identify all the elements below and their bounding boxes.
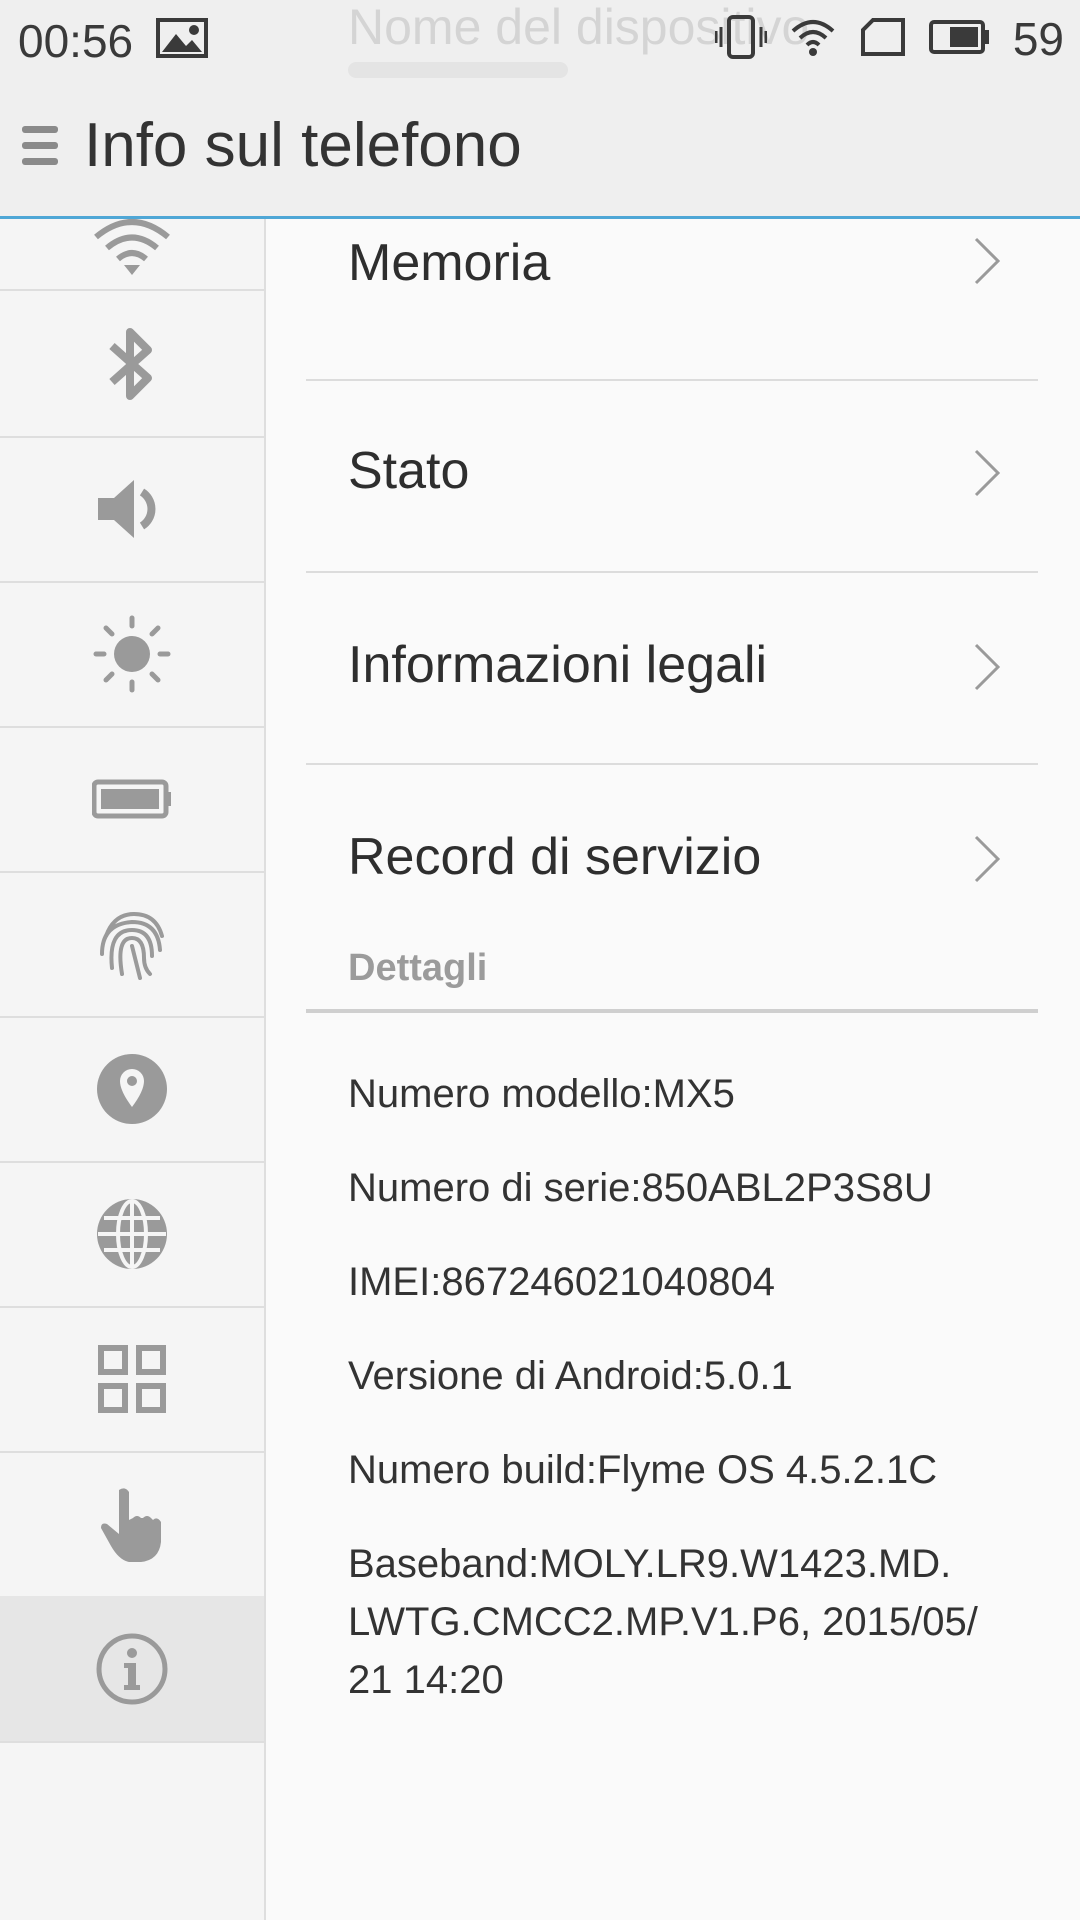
brightness-icon (93, 615, 171, 692)
menu-icon[interactable] (22, 122, 62, 174)
fingerprint-icon (100, 911, 164, 980)
menu-item-label: Memoria (348, 234, 551, 292)
page-title: Info sul telefono (84, 111, 522, 180)
bluetooth-icon (109, 327, 152, 400)
sidebar-item-sound[interactable] (0, 436, 264, 583)
vibrate-icon (714, 14, 768, 64)
sidebar-item-gestures[interactable] (0, 1451, 264, 1598)
chevron-right-icon (974, 643, 1001, 691)
detail-baseband: Baseband:MOLY.LR9.W1423.MD. LWTG.CMCC2.M… (348, 1542, 978, 1702)
menu-item-label: Stato (348, 442, 470, 500)
wifi-icon (94, 218, 170, 275)
wifi-status-icon (789, 17, 837, 62)
apps-grid-icon (98, 1344, 166, 1413)
menu-item-record-di-servizio[interactable]: Record di servizio (306, 765, 1038, 955)
settings-content: Memoria Stato Informazioni legali Record… (266, 219, 1080, 1920)
detail-imei: IMEI:867246021040804 (348, 1260, 776, 1304)
menu-item-label: Record di servizio (348, 828, 762, 886)
battery-icon (92, 779, 171, 818)
globe-icon (97, 1198, 167, 1269)
sidebar-item-battery[interactable] (0, 726, 264, 873)
menu-item-stato[interactable]: Stato (306, 381, 1038, 573)
app-bar: Info sul telefono (0, 80, 1080, 219)
section-header-details: Dettagli (306, 939, 1038, 1013)
sidebar-item-apps[interactable] (0, 1306, 264, 1453)
detail-build-number: Numero build:Flyme OS 4.5.2.1C (348, 1448, 938, 1492)
status-time: 00:56 (18, 15, 134, 67)
sidebar-item-about[interactable] (0, 1596, 264, 1743)
detail-android-version: Versione di Android:5.0.1 (348, 1354, 793, 1398)
status-bar: Nome del dispositivo 00:56 59 (0, 0, 1080, 80)
info-icon (96, 1633, 168, 1704)
sidebar-item-bluetooth[interactable] (0, 291, 264, 438)
menu-item-label: Informazioni legali (348, 636, 768, 694)
location-icon (97, 1053, 167, 1124)
detail-serial-number: Numero di serie:850ABL2P3S8U (348, 1166, 933, 1210)
sidebar-item-display[interactable] (0, 581, 264, 728)
sidebar (0, 218, 266, 1920)
sidebar-item-fingerprint[interactable] (0, 871, 264, 1018)
chevron-right-icon (974, 835, 1001, 883)
battery-status-icon (928, 19, 991, 60)
sidebar-item-location[interactable] (0, 1016, 264, 1163)
volume-icon (98, 479, 156, 538)
ghost-device-subtitle (348, 62, 568, 78)
image-notification-icon (156, 18, 208, 63)
hand-pointer-icon (101, 1487, 161, 1562)
no-sim-icon (859, 17, 907, 62)
menu-item-informazioni-legali[interactable]: Informazioni legali (306, 573, 1038, 765)
sidebar-item-language[interactable] (0, 1161, 264, 1308)
detail-model-number: Numero modello:MX5 (348, 1072, 735, 1116)
chevron-right-icon (974, 237, 1001, 285)
section-header-label: Dettagli (348, 947, 488, 989)
chevron-right-icon (974, 449, 1001, 497)
status-icons: 59 (714, 13, 1064, 65)
battery-level: 59 (1012, 13, 1064, 65)
